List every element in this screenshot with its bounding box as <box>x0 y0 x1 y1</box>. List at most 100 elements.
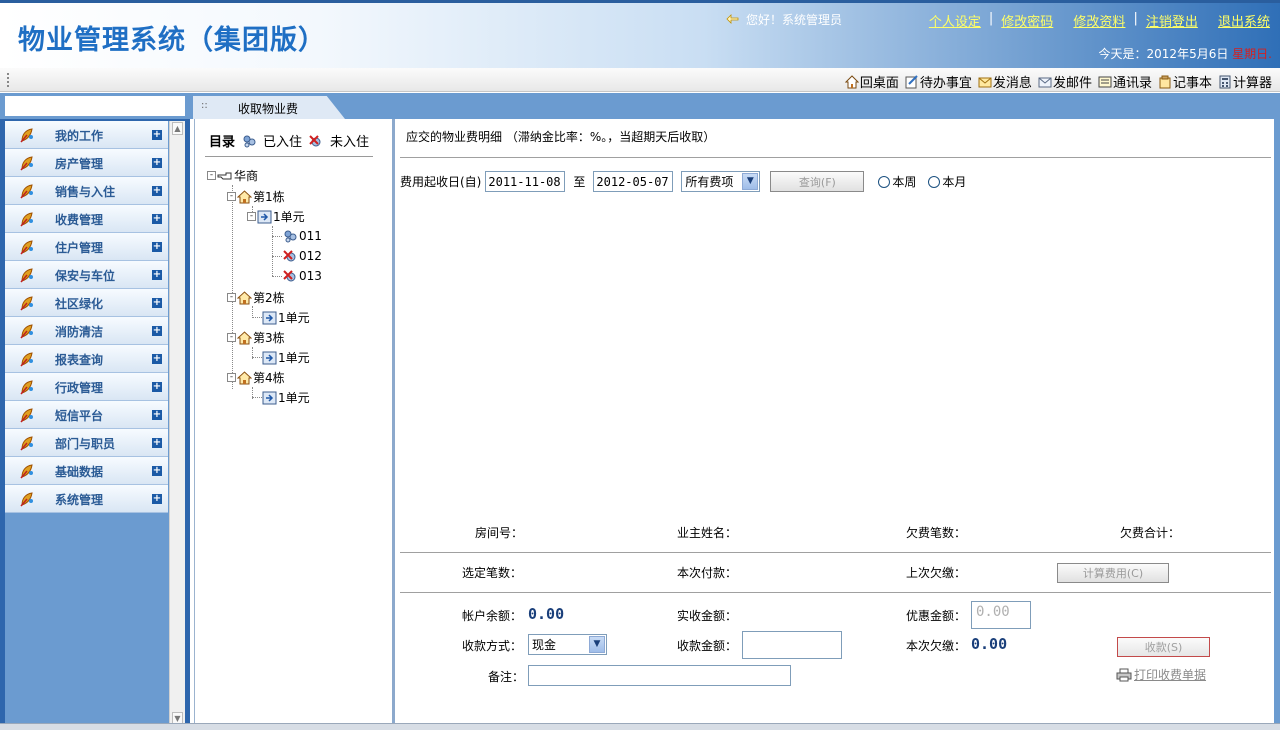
expand-icon[interactable]: + <box>152 130 162 140</box>
expand-icon[interactable]: + <box>152 438 162 448</box>
toolbar-message-label: 发消息 <box>992 76 1032 91</box>
toolbar-mail[interactable]: 发邮件 <box>1038 72 1092 91</box>
nav-item[interactable]: 系统管理 + <box>5 485 168 513</box>
legend-vacant-label: 未入住 <box>330 135 370 150</box>
toolbar: 回桌面 待办事宜 发消息 发邮件 通讯录 记事本 计算器 <box>0 68 1280 92</box>
collapse-icon[interactable]: - <box>207 171 216 180</box>
expand-icon[interactable]: + <box>152 242 162 252</box>
tree-building-3[interactable]: - 第3栋 <box>227 329 285 346</box>
expand-icon[interactable]: + <box>152 158 162 168</box>
change-password-link[interactable]: 修改密码 <box>1001 11 1053 30</box>
nav-item[interactable]: 保安与车位 + <box>5 261 168 289</box>
expand-icon[interactable]: + <box>152 186 162 196</box>
tree-unit[interactable]: 1单元 <box>262 309 310 326</box>
nav-item[interactable]: 行政管理 + <box>5 373 168 401</box>
tree-building-label: 第4栋 <box>253 371 285 385</box>
tree-room-vacant[interactable]: 013 <box>282 269 322 283</box>
tree-room-occupied[interactable]: 011 <box>282 229 322 243</box>
toolbar-todo[interactable]: 待办事宜 <box>905 72 972 91</box>
nav-item[interactable]: 消防清洁 + <box>5 317 168 345</box>
fee-type-select[interactable]: 所有费项 ▼ <box>681 171 761 192</box>
tree-building-1[interactable]: - 第1栋 <box>227 188 285 205</box>
toolbar-grip[interactable] <box>7 73 11 87</box>
expand-icon[interactable]: + <box>152 298 162 308</box>
nav-item[interactable]: 报表查询 + <box>5 345 168 373</box>
radio-this-month[interactable]: 本月 <box>928 173 966 190</box>
tree-root[interactable]: - 华商 <box>207 167 258 184</box>
calculate-fee-button[interactable]: 计算费用(C) <box>1057 563 1169 583</box>
nav-item[interactable]: 我的工作 + <box>5 121 168 149</box>
chevron-down-icon[interactable]: ▼ <box>589 636 605 653</box>
tree-building-4[interactable]: - 第4栋 <box>227 369 285 386</box>
personal-settings-link[interactable]: 个人设定 <box>929 11 981 30</box>
tree-unit[interactable]: 1单元 <box>262 349 310 366</box>
collapse-icon[interactable]: - <box>227 293 236 302</box>
expand-icon[interactable]: + <box>152 466 162 476</box>
logout-link[interactable]: 注销登出 <box>1146 11 1198 30</box>
link-separator <box>1061 11 1065 30</box>
discount-input[interactable]: 0.00 <box>971 601 1031 629</box>
pointing-hand-icon <box>217 172 232 179</box>
radio-circle-icon[interactable] <box>928 175 941 188</box>
tree-unit[interactable]: - 1单元 <box>247 208 305 225</box>
radio-circle-icon[interactable] <box>878 175 891 188</box>
tree-building-2[interactable]: - 第2栋 <box>227 289 285 306</box>
this-payment-label: 本次付款： <box>677 566 738 580</box>
nav-item[interactable]: 短信平台 + <box>5 401 168 429</box>
fee-type-value: 所有费项 <box>685 175 734 189</box>
receive-payment-button[interactable]: 收款(S) <box>1117 637 1210 657</box>
toolbar-contacts[interactable]: 通讯录 <box>1098 72 1152 91</box>
top-links: 个人设定 | 修改密码 修改资料 | 注销登出 退出系统 <box>929 11 1270 30</box>
printer-icon <box>1116 668 1132 681</box>
expand-icon[interactable]: + <box>152 326 162 336</box>
leaf-icon <box>20 436 33 451</box>
nav-item[interactable]: 基础数据 + <box>5 457 168 485</box>
tree-line <box>272 276 282 277</box>
receive-amount-input[interactable] <box>742 631 842 659</box>
start-date-input[interactable] <box>485 171 566 192</box>
calculator-icon <box>1219 75 1231 88</box>
chevron-down-icon[interactable]: ▼ <box>742 173 759 190</box>
expand-icon[interactable]: + <box>152 382 162 392</box>
nav-item[interactable]: 住户管理 + <box>5 233 168 261</box>
note-input[interactable] <box>528 665 791 686</box>
collapse-icon[interactable]: - <box>227 192 236 201</box>
tree-unit[interactable]: 1单元 <box>262 389 310 406</box>
exit-system-link[interactable]: 退出系统 <box>1218 11 1270 30</box>
nav-item[interactable]: 收费管理 + <box>5 205 168 233</box>
toolbar-notepad[interactable]: 记事本 <box>1158 72 1212 91</box>
nav-item[interactable]: 销售与入住 + <box>5 177 168 205</box>
collapse-icon[interactable]: - <box>227 373 236 382</box>
payment-method-select[interactable]: 现金 ▼ <box>528 634 607 655</box>
collapse-icon[interactable]: - <box>247 212 256 221</box>
toolbar-todo-label: 待办事宜 <box>919 76 972 91</box>
leaf-icon <box>20 380 33 395</box>
edit-profile-link[interactable]: 修改资料 <box>1073 11 1125 30</box>
radio-this-week[interactable]: 本周 <box>878 173 916 190</box>
expand-icon[interactable]: + <box>152 354 162 364</box>
nav-scrollbar[interactable]: ▲ ▼ <box>169 121 185 725</box>
arrears-total-label: 欠费合计： <box>1120 526 1181 540</box>
toolbar-calculator[interactable]: 计算器 <box>1218 72 1272 91</box>
nav-item[interactable]: 部门与职员 + <box>5 429 168 457</box>
expand-icon[interactable]: + <box>152 270 162 280</box>
print-receipt-link[interactable]: 打印收费单据 <box>1116 666 1206 683</box>
nav-item-label: 保安与车位 <box>55 269 116 283</box>
query-button[interactable]: 查询(F) <box>770 171 865 192</box>
payment-method-value: 现金 <box>532 638 557 652</box>
collapse-icon[interactable]: - <box>227 333 236 342</box>
toolbar-home[interactable]: 回桌面 <box>844 72 899 91</box>
vacant-icon <box>283 270 296 282</box>
expand-icon[interactable]: + <box>152 214 162 224</box>
end-date-input[interactable] <box>593 171 674 192</box>
expand-icon[interactable]: + <box>152 494 162 504</box>
tree-room-vacant[interactable]: 012 <box>282 249 322 263</box>
expand-icon[interactable]: + <box>152 410 162 420</box>
scroll-up-icon[interactable]: ▲ <box>172 122 183 135</box>
nav-item[interactable]: 房产管理 + <box>5 149 168 177</box>
tree-line <box>272 256 282 257</box>
toolbar-message[interactable]: 发消息 <box>978 72 1032 91</box>
nav-item[interactable]: 社区绿化 + <box>5 289 168 317</box>
tab-collect-fee[interactable]: :: 收取物业费 <box>193 96 345 119</box>
vacant-icon <box>283 250 296 262</box>
